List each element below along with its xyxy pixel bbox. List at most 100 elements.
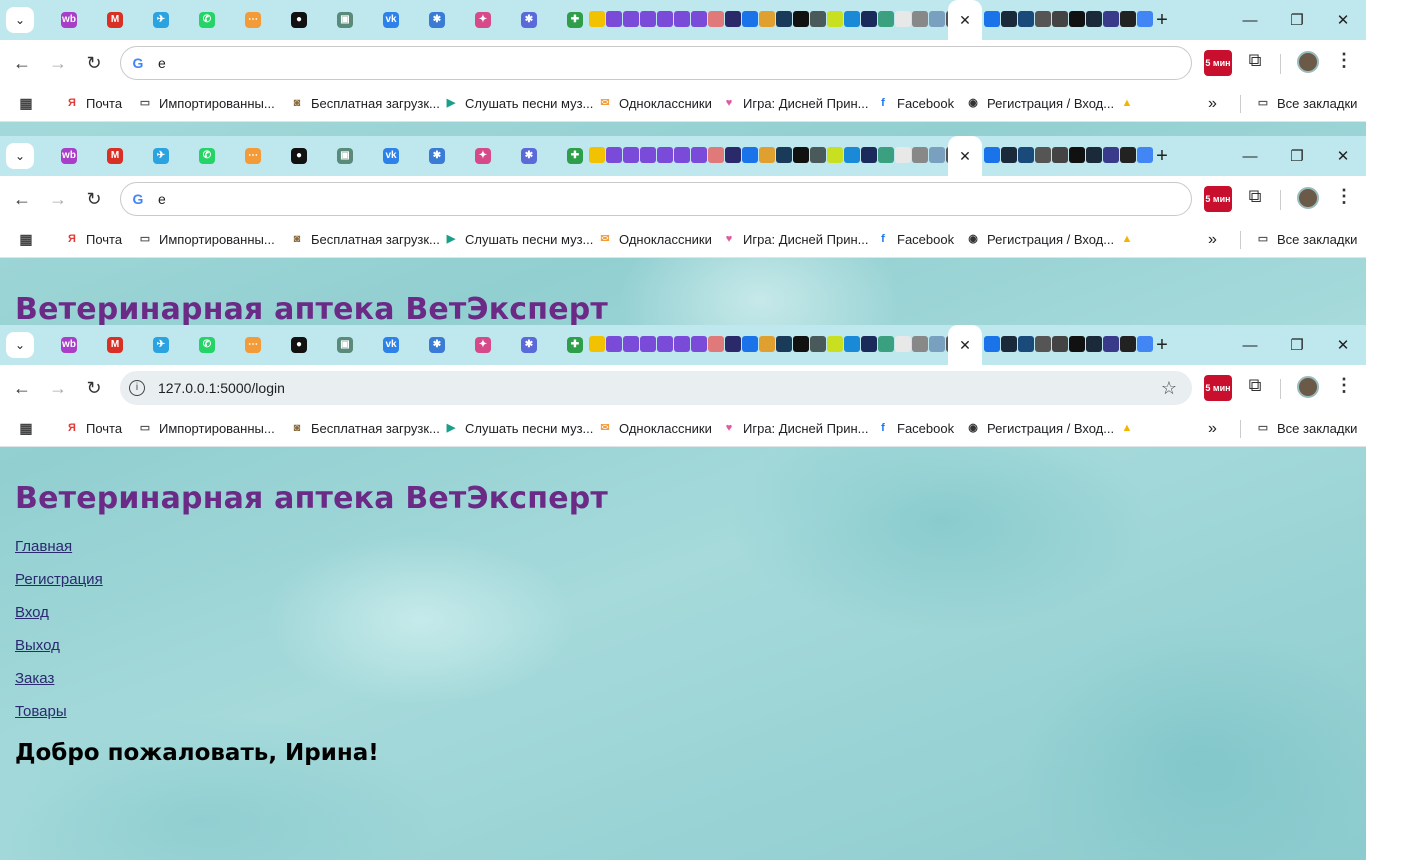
tab-favicon[interactable] [861, 336, 877, 352]
tab-favicon[interactable] [589, 336, 605, 352]
minimize-button[interactable]: — [1227, 325, 1273, 365]
tab-favicon[interactable] [895, 336, 911, 352]
tab-favicon[interactable] [1086, 147, 1102, 163]
tab-favicon[interactable] [827, 11, 843, 27]
tab-favicon[interactable] [1001, 336, 1017, 352]
tab-favicon[interactable] [810, 147, 826, 163]
extensions-icon[interactable]: ⧉ [1243, 186, 1267, 210]
pinned-tab[interactable]: wb [46, 146, 92, 166]
bookmark-item[interactable]: Я Почта [64, 231, 122, 247]
pinned-tab[interactable]: ▣ [322, 146, 368, 166]
tab-favicon[interactable] [1052, 336, 1068, 352]
tab-favicon[interactable] [708, 336, 724, 352]
tab-favicon[interactable] [589, 11, 605, 27]
minimize-button[interactable]: — [1227, 136, 1273, 176]
bookmark-item[interactable]: ◙ Бесплатная загрузк... [289, 231, 440, 247]
pinned-tab[interactable]: ● [276, 146, 322, 166]
back-icon[interactable]: ← [10, 51, 34, 75]
new-tab-button[interactable]: + [1152, 333, 1172, 357]
pinned-tab[interactable]: M [92, 335, 138, 355]
tab-favicon[interactable] [606, 11, 622, 27]
tab-favicon[interactable] [912, 336, 928, 352]
active-tab[interactable]: ✕ [948, 0, 982, 40]
address-bar[interactable]: G e [120, 182, 1192, 216]
tab-favicon[interactable] [623, 336, 639, 352]
tab-favicon[interactable] [1120, 336, 1136, 352]
bookmarks-overflow-icon[interactable]: » [1208, 95, 1217, 113]
tab-favicon[interactable] [742, 147, 758, 163]
chevron-down-icon[interactable]: ⌄ [6, 332, 34, 358]
tab-favicon[interactable] [1120, 147, 1136, 163]
bookmark-item[interactable]: ◙ Бесплатная загрузк... [289, 420, 440, 436]
pinned-tab[interactable]: ✱ [506, 10, 552, 30]
pinned-tab[interactable]: ✱ [414, 146, 460, 166]
nav-link-products[interactable]: Товары [15, 703, 103, 736]
tab-favicon[interactable] [861, 147, 877, 163]
bookmark-item[interactable]: Я Почта [64, 95, 122, 111]
pinned-tab[interactable]: ✈ [138, 335, 184, 355]
pinned-tab[interactable]: M [92, 10, 138, 30]
tab-favicon[interactable] [1103, 336, 1119, 352]
menu-icon[interactable]: ⋮ [1334, 375, 1354, 401]
tab-favicon[interactable] [1001, 11, 1017, 27]
reload-icon[interactable]: ↻ [82, 376, 106, 400]
tab-favicon[interactable] [929, 11, 945, 27]
bookmark-item[interactable]: ▭ Импортированны... [137, 231, 275, 247]
tab-favicon[interactable] [793, 147, 809, 163]
bookmark-item[interactable]: ◉ Регистрация / Вход... [965, 231, 1114, 247]
bookmark-item[interactable]: ♥ Игра: Дисней Прин... [721, 95, 869, 111]
bookmark-item[interactable]: ▲ [1119, 420, 1135, 436]
close-icon[interactable]: ✕ [959, 12, 971, 29]
back-icon[interactable]: ← [10, 187, 34, 211]
tab-favicon[interactable] [1137, 147, 1153, 163]
forward-icon[interactable]: → [46, 51, 70, 75]
nav-link-logout[interactable]: Выход [15, 637, 103, 670]
bookmark-item[interactable]: ✉ Одноклассники [597, 95, 711, 111]
pinned-tab[interactable]: ⋯ [230, 335, 276, 355]
tab-favicon[interactable] [827, 336, 843, 352]
tab-favicon[interactable] [1103, 147, 1119, 163]
profile-avatar[interactable] [1297, 376, 1319, 398]
tab-favicon[interactable] [725, 147, 741, 163]
tab-favicon[interactable] [844, 336, 860, 352]
restore-button[interactable]: ❐ [1274, 0, 1320, 40]
timer-extension-icon[interactable]: 5 мин [1204, 50, 1232, 76]
active-tab[interactable]: ✕ [948, 325, 982, 365]
all-bookmarks[interactable]: ▭ Все закладки [1255, 95, 1358, 111]
tab-favicon[interactable] [1086, 11, 1102, 27]
nav-link-home[interactable]: Главная [15, 538, 103, 571]
tab-favicon[interactable] [742, 336, 758, 352]
bookmark-item[interactable]: f Facebook [875, 420, 954, 436]
bookmarks-overflow-icon[interactable]: » [1208, 231, 1217, 249]
bookmark-item[interactable]: ▶ Слушать песни муз... [443, 420, 594, 436]
tab-favicon[interactable] [1018, 336, 1034, 352]
tab-favicon[interactable] [623, 147, 639, 163]
bookmark-item[interactable]: ▲ [1119, 231, 1135, 247]
reload-icon[interactable]: ↻ [82, 51, 106, 75]
new-tab-button[interactable]: + [1152, 8, 1172, 32]
tab-favicon[interactable] [895, 147, 911, 163]
pinned-tab[interactable]: ● [276, 10, 322, 30]
tab-favicon[interactable] [657, 336, 673, 352]
tab-favicon[interactable] [1069, 336, 1085, 352]
tab-favicon[interactable] [895, 11, 911, 27]
tab-favicon[interactable] [674, 336, 690, 352]
profile-avatar[interactable] [1297, 51, 1319, 73]
pinned-tab[interactable]: ⋯ [230, 146, 276, 166]
active-tab[interactable]: ✕ [948, 136, 982, 176]
tab-favicon[interactable] [1052, 147, 1068, 163]
tab-favicon[interactable] [827, 147, 843, 163]
tab-favicon[interactable] [984, 147, 1000, 163]
pinned-tab[interactable]: wb [46, 335, 92, 355]
pinned-tab[interactable]: ✱ [506, 146, 552, 166]
bookmark-item[interactable]: ▶ Слушать песни муз... [443, 231, 594, 247]
tab-favicon[interactable] [878, 11, 894, 27]
close-icon[interactable]: ✕ [959, 337, 971, 354]
tab-favicon[interactable] [776, 336, 792, 352]
close-icon[interactable]: ✕ [959, 148, 971, 165]
bookmark-item[interactable]: ◉ Регистрация / Вход... [965, 95, 1114, 111]
tab-favicon[interactable] [1103, 11, 1119, 27]
close-window-button[interactable]: ✕ [1320, 0, 1366, 40]
chevron-down-icon[interactable]: ⌄ [6, 7, 34, 33]
tab-favicon[interactable] [984, 11, 1000, 27]
